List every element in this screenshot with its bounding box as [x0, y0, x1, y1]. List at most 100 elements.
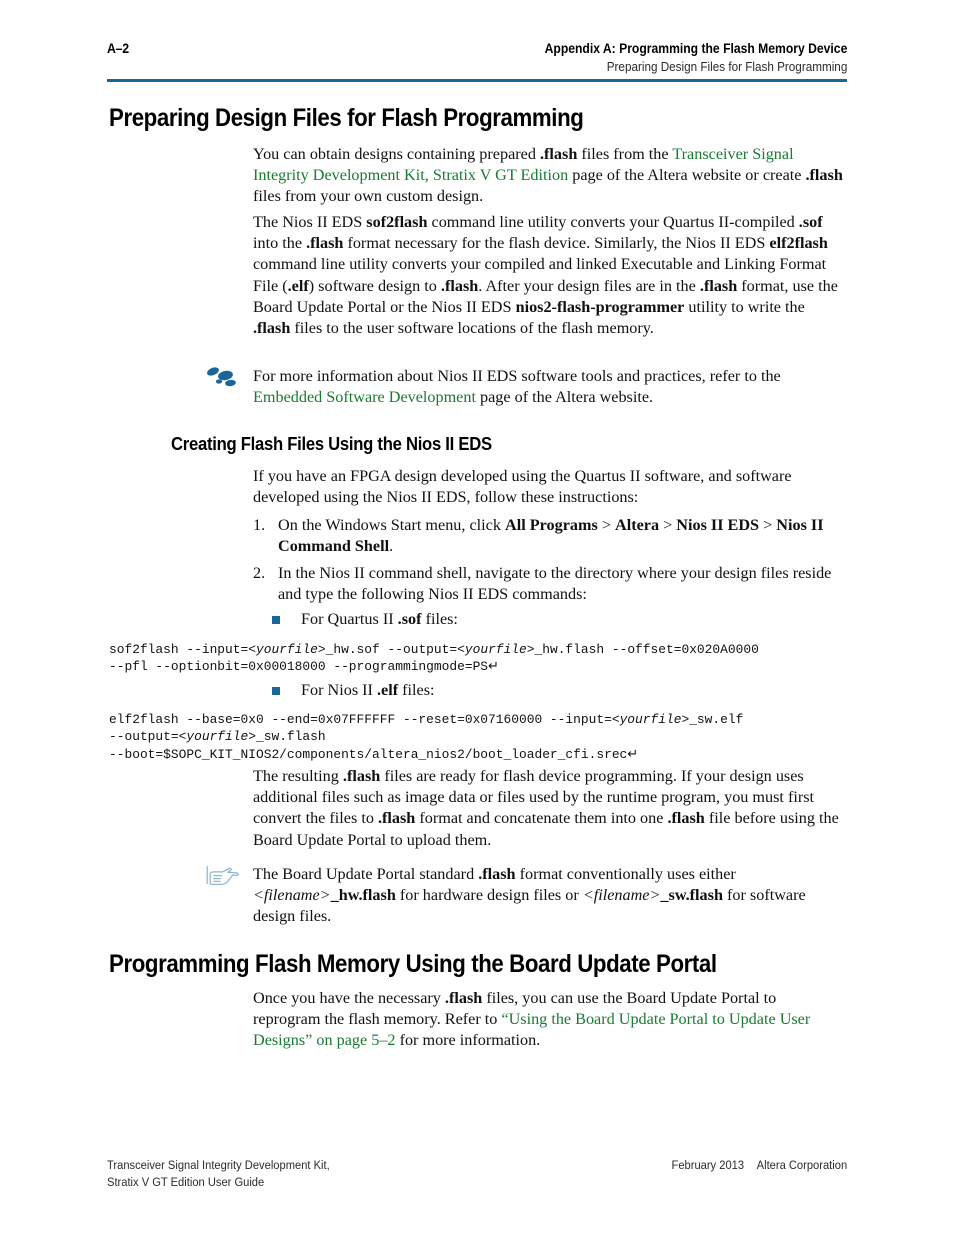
text-frag: files: [398, 681, 435, 699]
footer-title-line-1: Transceiver Signal Integrity Development… [107, 1158, 330, 1172]
text-frag: > [759, 516, 777, 534]
text-frag: files from the [577, 145, 673, 163]
subsection-heading-creating-flash-files: Creating Flash Files Using the Nios II E… [171, 433, 492, 454]
text-frag: into the [253, 234, 307, 253]
term-flash: .flash [478, 865, 516, 883]
code-frag: >_sw.flash [248, 729, 326, 745]
carriage-return-icon: ↵ [627, 746, 639, 762]
term-elf: .elf [287, 276, 309, 295]
text-frag: files from your own custom design. [253, 187, 484, 206]
step-number: 1. [253, 516, 266, 534]
text-frag: . [389, 537, 394, 556]
ordered-steps-list-2: 2. In the Nios II command shell, navigate… [253, 563, 845, 605]
paragraph-resulting-flash-files: The resulting .flash files are ready for… [253, 766, 845, 851]
text-frag: format and concatenate them into one [415, 809, 668, 828]
text-frag: command line utility converts your Quart… [427, 213, 799, 231]
note-board-update-portal-format: The Board Update Portal standard .flash … [205, 864, 850, 928]
text-frag: for hardware design files or [395, 886, 583, 905]
paragraph-once-you-have: Once you have the necessary .flash files… [253, 988, 845, 1052]
page-running-footer: Transceiver Signal Integrity Development… [107, 1157, 847, 1191]
menu-altera: Altera [615, 516, 660, 534]
header-page-number: A–2 [107, 40, 129, 56]
square-bullet-icon [272, 687, 280, 695]
text-frag: > [597, 516, 615, 534]
text-frag: On the Windows Start menu, click [278, 516, 505, 534]
text-frag: The resulting [253, 767, 343, 785]
text-frag: > [659, 516, 677, 534]
page-running-header: A–2 Appendix A: Programming the Flash Me… [107, 40, 847, 76]
term-flash: .flash [699, 276, 738, 295]
text-frag: In the Nios II command shell, navigate t… [278, 564, 832, 604]
code-placeholder-yourfile: yourfile [464, 642, 527, 657]
code-frag: >_hw.sof --output=< [317, 642, 465, 657]
paragraph-obtain-designs: You can obtain designs containing prepar… [253, 144, 845, 208]
text-frag: For Quartus II [301, 610, 398, 628]
code-placeholder-yourfile: yourfile [255, 642, 318, 657]
text-frag: files to the user software locations of … [290, 319, 654, 338]
term-flash: .flash [444, 989, 483, 1007]
term-sof2flash: sof2flash [366, 213, 428, 231]
text-frag: for more information. [395, 1031, 541, 1050]
code-frag: --boot=$SOPC_KIT_NIOS2/components/altera… [109, 746, 628, 762]
term-flash: .flash [805, 166, 843, 185]
header-section-subtitle: Preparing Design Files for Flash Program… [606, 59, 847, 75]
text-frag: You can obtain designs containing prepar… [253, 145, 540, 163]
text-frag: ) software design to [308, 276, 441, 295]
menu-all-programs: All Programs [505, 516, 598, 534]
term-elf2flash: elf2flash [769, 234, 828, 253]
section-heading-programming-flash-memory: Programming Flash Memory Using the Board… [109, 950, 717, 978]
placeholder-filename: <filename> [253, 886, 331, 905]
code-placeholder-yourfile: yourfile [619, 712, 682, 727]
suffix-hw-flash: _hw.flash [330, 886, 396, 905]
text-frag: page of the Altera website or create [568, 166, 806, 185]
paragraph-sof2flash-elf2flash: The Nios II EDS sof2flash command line u… [253, 212, 845, 339]
bullet-item-nios-elf: For Nios II .elf files: [272, 680, 871, 701]
code-frag: elf2flash --base=0x0 --end=0x07FFFFFF --… [109, 712, 620, 727]
code-block-elf2flash: elf2flash --base=0x0 --end=0x07FFFFFF --… [109, 711, 869, 763]
code-frag: >_hw.flash --offset=0x020A0000 [526, 642, 759, 657]
text-frag: format conventionally uses either [515, 865, 736, 883]
pointing-hand-icon [205, 864, 247, 888]
list-item-step-2: 2. In the Nios II command shell, navigate… [253, 563, 845, 605]
footer-date: February 2013 [671, 1158, 744, 1172]
footer-document-title: Transceiver Signal Integrity Development… [107, 1157, 330, 1191]
code-frag: --pfl --optionbit=0x00018000 --programmi… [109, 659, 489, 675]
term-flash: .flash [377, 809, 416, 828]
term-flash: .flash [667, 809, 705, 828]
term-flash: .flash [539, 145, 578, 163]
text-frag: For Nios II [301, 681, 377, 699]
ordered-steps-list: 1. On the Windows Start menu, click All P… [253, 515, 845, 557]
menu-nios-ii-eds: Nios II EDS [676, 516, 760, 534]
code-frag: >_sw.elf [681, 712, 744, 727]
note-text: The Board Update Portal standard .flash … [253, 864, 850, 928]
text-frag: utility to write the [684, 297, 805, 316]
text-frag: For more information about Nios II EDS s… [253, 367, 781, 385]
note-more-information: For more information about Nios II EDS s… [205, 366, 850, 408]
term-flash: .flash [440, 276, 479, 295]
term-sof: .sof [397, 610, 422, 628]
footprints-icon [205, 366, 247, 390]
header-rule [107, 79, 847, 82]
code-placeholder-yourfile: yourfile [186, 729, 249, 745]
code-frag: sof2flash --input=< [109, 642, 256, 657]
text-frag: page of the Altera website. [475, 388, 654, 407]
text-frag: Once you have the necessary [253, 989, 445, 1007]
step-number: 2. [253, 564, 266, 582]
code-block-sof2flash: sof2flash --input=<yourfile>_hw.sof --ou… [109, 641, 869, 676]
code-frag: --output=< [109, 729, 187, 745]
term-flash: .flash [306, 234, 344, 253]
term-flash: .flash [253, 319, 291, 338]
link-embedded-software-development[interactable]: Embedded Software Development [253, 388, 476, 406]
suffix-sw-flash: _sw.flash [660, 886, 723, 905]
bullet-item-quartus-sof: For Quartus II .sof files: [272, 609, 871, 630]
header-appendix-title: Appendix A: Programming the Flash Memory… [544, 41, 847, 56]
list-item-step-1: 1. On the Windows Start menu, click All P… [253, 515, 845, 557]
footer-title-line-2: Stratix V GT Edition User Guide [107, 1175, 265, 1189]
text-frag: . After your design files are in the [478, 276, 700, 295]
note-text: For more information about Nios II EDS s… [253, 366, 850, 408]
term-flash: .flash [342, 767, 381, 785]
term-nios2-flash-programmer: nios2-flash-programmer [515, 297, 685, 316]
placeholder-filename: <filename> [582, 886, 661, 905]
text-frag: format necessary for the flash device. S… [343, 234, 770, 253]
paragraph-fpga-intro: If you have an FPGA design developed usi… [253, 467, 792, 507]
